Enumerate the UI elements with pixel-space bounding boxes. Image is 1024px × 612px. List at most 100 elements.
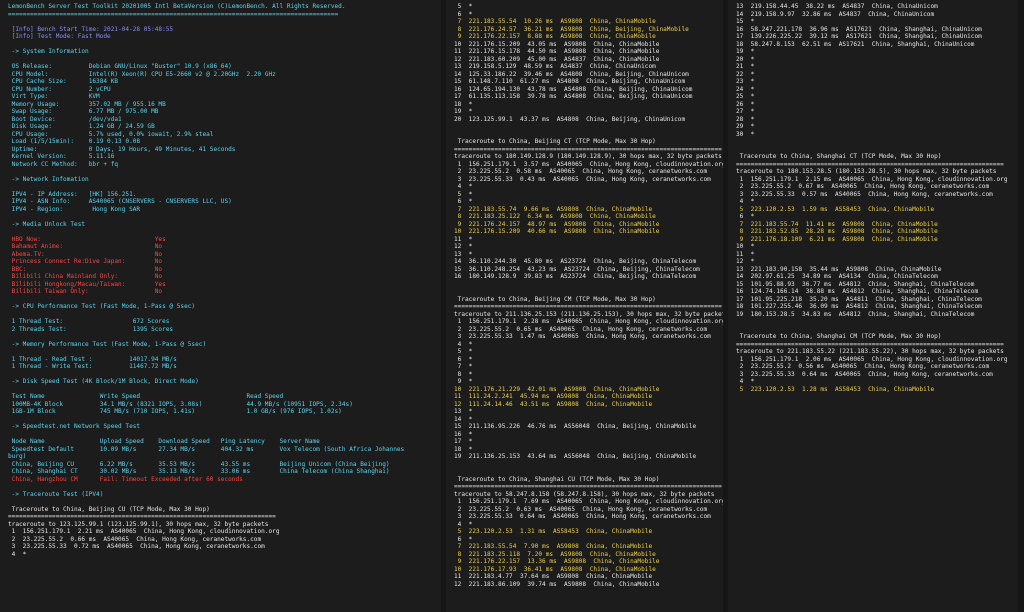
terminal-line: 13 219.158.44.45 38.22 ms AS4837 China, … (736, 3, 938, 10)
terminal-line: 29 * (736, 123, 755, 130)
terminal-line: CPU Number: 2 vCPU (8, 85, 111, 93)
terminal-line: -> Media Unlock Test (8, 220, 86, 228)
terminal-line: 18 101.227.255.46 36.09 ms AS4812 China,… (736, 303, 982, 310)
terminal-line: 13 * (454, 250, 473, 258)
terminal-line: 5 * (454, 348, 473, 355)
terminal-line: 7 221.183.55.54 7.90 ms AS9808 China, Ch… (454, 543, 653, 550)
terminal-line: 8 221.176.24.57 36.21 ms AS9808 China, B… (454, 25, 689, 33)
terminal-line: 8 221.183.52.85 28.28 ms AS9808 China, C… (736, 228, 938, 235)
terminal-line: 6 * (454, 535, 473, 543)
terminal-line: 3 23.225.55.33 0.72 ms AS40065 China, Ho… (8, 543, 265, 550)
terminal-line: traceroute to 58.247.8.158 (58.247.8.158… (454, 490, 715, 498)
terminal-line: Node Name Upload Speed Download Speed Pi… (8, 438, 320, 445)
terminal-line: 22 * (736, 70, 755, 78)
terminal-line: 16 58.247.221.178 36.96 ms AS17621 China… (736, 25, 982, 33)
terminal-line: Network CC Method: bbr + fq (8, 160, 119, 168)
terminal-line: 17 101.95.225.218 35.20 ms AS4811 China,… (736, 295, 982, 303)
terminal-line: ========================================… (736, 340, 1004, 348)
terminal-pane-left[interactable]: LemonBench Server Test Toolkit 20201005 … (0, 0, 441, 612)
terminal-line: ========================================… (8, 513, 276, 520)
terminal-line: Virt Type: KVM (8, 93, 100, 100)
terminal-line: 20 * (736, 55, 755, 63)
terminal-line: 2 23.225.55.2 0.58 ms AS40065 China, Hon… (454, 168, 708, 175)
terminal-line: Test Name Write Speed Read Speed (8, 393, 284, 400)
terminal-line: traceroute to 211.136.25.153 (211.136.25… (454, 310, 723, 318)
terminal-line: Memory Usage: 357.02 MB / 955.16 MB (8, 100, 166, 108)
terminal-line: Load (1/5/15min): 0.19 0.13 0.08 (8, 138, 141, 145)
terminal-line: 4 * (736, 378, 755, 385)
terminal-line: 9 221.176.18.109 6.21 ms AS9808 China, C… (736, 235, 938, 243)
terminal-line: 17 * (454, 438, 473, 445)
terminal-line: traceroute to 221.183.55.22 (221.183.55.… (736, 348, 1004, 355)
terminal-line: [Info] Test Mode: Fast Mode (8, 33, 111, 40)
terminal-line: CPU Cache Size: 16384 KB (8, 78, 119, 85)
terminal-line: CPU Model: Intel(R) Xeon(R) CPU E5-2660 … (8, 70, 276, 78)
terminal-line: China, Hangzhou CM Fail: Timeout Exceede… (8, 475, 243, 483)
terminal-line: 2 23.225.55.2 0.67 ms AS40065 China, Hon… (736, 183, 990, 190)
terminal-line: 10 * (736, 243, 755, 250)
terminal-line: 1 156.251.179.1 2.21 ms AS40065 China, H… (8, 528, 280, 535)
terminal-line: 17 139.226.225.22 39.12 ms AS17621 China… (736, 33, 982, 40)
terminal-line: HBO Now: Yes (8, 235, 166, 243)
terminal-line: -> Network Infomation (8, 175, 89, 183)
terminal-line: 18 * (454, 100, 473, 108)
terminal-line: 28 * (736, 115, 755, 123)
terminal-line: Princess Connect Re:Dive Japan: No (8, 258, 163, 265)
terminal-line: 7 221.183.55.54 10.26 ms AS9808 China, C… (454, 18, 656, 25)
terminal-line: 4 * (736, 198, 755, 205)
terminal-line: 8 * (454, 370, 473, 378)
terminal-line: 5 * (454, 190, 473, 198)
terminal-line: 15 36.110.248.254 43.23 ms AS23724 China… (454, 265, 700, 273)
terminal-line: 11 111.24.2.241 45.94 ms AS9808 China, C… (454, 393, 653, 400)
terminal-line: 10 221.176.15.209 43.05 ms AS9808 China,… (454, 40, 660, 48)
terminal-line: 11 * (736, 250, 755, 258)
terminal-pane-middle[interactable]: 5 * 6 * 7 221.183.55.54 10.26 ms AS9808 … (446, 0, 723, 612)
terminal-line: -> CPU Performance Test (Fast Mode, 1-Pa… (8, 303, 196, 310)
terminal-output: 5 * 6 * 7 221.183.55.54 10.26 ms AS9808 … (446, 0, 723, 588)
terminal-line: 27 * (736, 108, 755, 115)
terminal-line: Traceroute to China, Beijing CT (TCP Mod… (454, 138, 656, 145)
terminal-line: 1 Thread Test: 672 Scores (8, 318, 170, 325)
terminal-line: 9 221.176.22.157 8.88 ms AS9808 China, C… (454, 33, 656, 40)
terminal-line: -> Memory Performance Test (Fast Mode, 1… (8, 340, 207, 348)
terminal-line: 10 221.176.15.209 40.66 ms AS9808 China,… (454, 228, 660, 235)
terminal-line: 2 23.225.55.2 0.66 ms AS40065 China, Hon… (8, 535, 262, 543)
terminal-line: 13 219.158.5.129 48.59 ms AS4837 China, … (454, 63, 656, 70)
terminal-line: traceroute to 180.149.128.9 (180.149.128… (454, 153, 722, 160)
terminal-line: 12 221.183.86.109 39.74 ms AS9808 China,… (454, 580, 660, 588)
terminal-line: traceroute to 123.125.99.1 (123.125.99.1… (8, 520, 269, 528)
terminal-line: 1 156.251.179.1 2.06 ms AS40065 China, H… (736, 355, 1008, 363)
terminal-line: 18 * (454, 445, 473, 453)
terminal-line: 6 * (736, 213, 755, 220)
terminal-line: China, Shanghai CT 30.02 MB/s 35.13 MB/s… (8, 468, 390, 475)
terminal-line: 9 * (454, 378, 473, 385)
terminal-line: 15 211.136.95.226 46.76 ms AS56048 China… (454, 423, 697, 430)
terminal-line: 3 23.225.55.33 0.64 ms AS40065 China, Ho… (736, 370, 993, 378)
terminal-line: 7 221.183.55.74 9.66 ms AS9808 China, Ch… (454, 205, 653, 213)
terminal-line: 1 Thread - Write Test: 11467.72 MB/s (8, 363, 177, 370)
terminal-line: 11 * (454, 235, 473, 243)
terminal-line: 3 23.225.55.33 0.57 ms AS40065 China, Ho… (736, 190, 993, 198)
terminal-line: Traceroute to China, Beijing CM (TCP Mod… (454, 295, 656, 303)
terminal-line: 13 221.183.90.158 35.44 ms AS9808 China,… (736, 265, 942, 273)
terminal-line: BBC: No (8, 265, 163, 273)
terminal-line: 1 156.251.179.1 2.28 ms AS40065 China, H… (454, 318, 723, 325)
terminal-pane-right[interactable]: 13 219.158.44.45 38.22 ms AS4837 China, … (728, 0, 1018, 612)
terminal-line: Traceroute to China, Shanghai CU (TCP Mo… (454, 475, 660, 483)
terminal-line: 19 180.153.28.5 34.83 ms AS4812 China, S… (736, 310, 975, 318)
